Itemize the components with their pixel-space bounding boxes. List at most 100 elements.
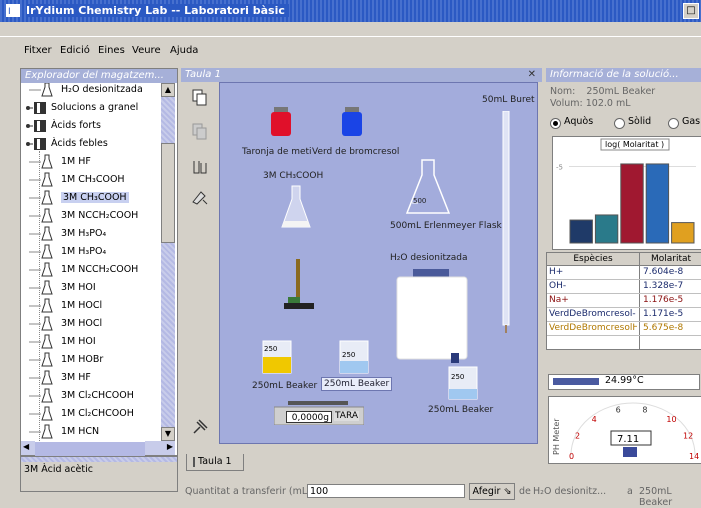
water-container[interactable] bbox=[395, 269, 469, 369]
chart-bar bbox=[594, 214, 619, 244]
menu-view[interactable]: Veure bbox=[132, 45, 161, 56]
menu-file[interactable]: Fitxer bbox=[24, 45, 52, 56]
scroll-thumb[interactable] bbox=[161, 143, 175, 243]
flask-icon bbox=[29, 298, 53, 313]
flask-icon bbox=[29, 334, 53, 349]
ph-scale-label: 2 bbox=[575, 431, 580, 440]
flask-icon bbox=[29, 424, 53, 439]
methyl-orange-bottle[interactable] bbox=[270, 107, 292, 137]
flask-icon bbox=[29, 154, 53, 169]
explorer-status: 3M Àcid acètic bbox=[20, 456, 178, 492]
beaker-3[interactable] bbox=[447, 365, 479, 401]
menu-tools[interactable]: Eines bbox=[98, 45, 125, 56]
transfer-to-prefix: a bbox=[627, 486, 633, 497]
transfer-amount-input[interactable] bbox=[307, 484, 465, 498]
flask-icon bbox=[29, 370, 53, 385]
beaker2-label[interactable]: 250mL Beaker bbox=[321, 377, 393, 391]
table-row[interactable]: OH- 1.328e-7 bbox=[547, 280, 701, 294]
tree-item-label: 3M NCCH₂COOH bbox=[61, 210, 139, 221]
y-tick-label: -5 bbox=[556, 164, 563, 172]
pin-icon[interactable] bbox=[191, 418, 209, 436]
temperature-bar: 24.99°C bbox=[548, 374, 700, 390]
ph-scale-label: 0 bbox=[569, 452, 574, 461]
volume-label: Volum: bbox=[550, 98, 583, 109]
ph-scale-label: 14 bbox=[689, 452, 699, 461]
species-molarity: 1.328e-7 bbox=[643, 281, 684, 291]
tree-item-label: 3M H₃PO₄ bbox=[61, 228, 107, 239]
ph-meter-label: PH Meter bbox=[552, 418, 561, 455]
species-molarity: 1.171e-5 bbox=[643, 309, 684, 319]
flask-icon bbox=[29, 208, 53, 223]
radio-aqueous[interactable] bbox=[550, 118, 561, 129]
tree-item-label: 1M H₃PO₄ bbox=[61, 246, 107, 257]
radio-aqueous-label: Aquòs bbox=[564, 116, 594, 127]
folder-icon bbox=[26, 120, 46, 132]
molarity-chart-svg: -5 log( Molaritat ) bbox=[556, 138, 696, 244]
table-row[interactable]: VerdDeBromcresol- 1.171e-5 bbox=[547, 308, 701, 322]
table-header-species: Espècies bbox=[547, 253, 639, 266]
pour-icon[interactable] bbox=[191, 188, 209, 206]
tree-item-label: 3M HOI bbox=[61, 282, 96, 293]
explorer-vscroll[interactable]: ▲ ▼ bbox=[161, 83, 175, 441]
molarity-chart: -5 log( Molaritat ) bbox=[552, 136, 701, 250]
copy-icon[interactable] bbox=[191, 88, 209, 106]
tree-item-label: 1M CH₃COOH bbox=[61, 174, 125, 185]
tree-item-label: 1M HOBr bbox=[61, 354, 104, 365]
beaker3-mark: 250 bbox=[451, 373, 465, 381]
temperature-value: 24.99°C bbox=[605, 375, 644, 386]
restore-icon[interactable]: □ bbox=[683, 3, 699, 19]
transfer-label: Quantitat a transferir (mL): bbox=[185, 486, 315, 497]
tree-item-label: Solucions a granel bbox=[51, 102, 139, 113]
ph-value: 7.11 bbox=[617, 434, 639, 445]
menu-help[interactable]: Ajuda bbox=[170, 45, 198, 56]
add-button[interactable]: Afegir ⇘ bbox=[469, 483, 515, 500]
species-name: Na+ bbox=[549, 295, 569, 305]
erlenmeyer-flask[interactable] bbox=[406, 159, 450, 215]
ph-scale-label: 4 bbox=[592, 415, 597, 424]
small-flask[interactable] bbox=[281, 185, 311, 229]
flask-icon bbox=[29, 316, 53, 331]
scroll-down-icon[interactable]: ▼ bbox=[161, 427, 175, 441]
folder-icon bbox=[26, 102, 46, 114]
radio-solid[interactable] bbox=[614, 118, 625, 129]
name-label: Nom: bbox=[550, 86, 576, 97]
scroll-right-icon[interactable]: ▶ bbox=[167, 442, 173, 451]
table-row[interactable]: VerdDeBromcresolH 5.675e-8 bbox=[547, 322, 701, 336]
solution-name: 250mL Beaker bbox=[586, 86, 656, 97]
tree-item-label: 3M HOCl bbox=[61, 318, 103, 329]
tree-item-label: Àcids forts bbox=[51, 120, 101, 131]
ph-scale-label: 10 bbox=[666, 415, 676, 424]
radio-gas[interactable] bbox=[668, 118, 679, 129]
table-row[interactable]: Na+ 1.176e-5 bbox=[547, 294, 701, 308]
radio-gas-label: Gas bbox=[682, 116, 701, 127]
species-name: H+ bbox=[549, 267, 564, 277]
menu-bar: Fitxer Edició Eines Veure Ajuda bbox=[0, 42, 701, 60]
flask-icon bbox=[29, 406, 53, 421]
scale-readout: 0,0000g bbox=[286, 411, 332, 423]
transfer-bar: Quantitat a transferir (mL): Afegir ⇘ de… bbox=[181, 482, 701, 508]
ph-meter-gauge: PH Meter 7.11 0 2 4 6 8 10 12 14 bbox=[552, 402, 699, 461]
tree-item-label: 1M HOCl bbox=[61, 300, 103, 311]
menu-edit[interactable]: Edició bbox=[60, 45, 90, 56]
tab-taula-1[interactable]: Taula 1 bbox=[186, 454, 244, 471]
explorer-hscroll[interactable]: ◀ ▶ bbox=[21, 441, 175, 456]
glassware-icon[interactable] bbox=[191, 158, 209, 176]
ph-scale-label: 12 bbox=[683, 431, 693, 440]
flask-small-label: 3M CH₃COOH bbox=[263, 171, 324, 181]
transfer-from-prefix: de bbox=[519, 486, 531, 497]
beaker1-label: 250mL Beaker bbox=[252, 381, 318, 391]
species-table: Espècies Molaritat H+ 7.604e-8 OH- 1.328e-7… bbox=[546, 252, 701, 350]
title-bar: I IrYdium Chemistry Lab -- Laboratori bà… bbox=[0, 0, 701, 22]
ring-stand[interactable] bbox=[282, 259, 316, 317]
species-name: OH- bbox=[549, 281, 567, 291]
workbench-area[interactable]: Taronja de metil Verd de bromcresol 3M C… bbox=[219, 82, 538, 444]
scroll-up-icon[interactable]: ▲ bbox=[161, 83, 175, 97]
table-row[interactable]: H+ 7.604e-8 bbox=[547, 266, 701, 280]
transfer-from: H₂O desionitz... bbox=[533, 486, 607, 497]
scroll-left-icon[interactable]: ◀ bbox=[23, 442, 29, 451]
bromcresol-bottle[interactable] bbox=[341, 107, 363, 137]
paste-icon[interactable] bbox=[191, 122, 209, 140]
burette[interactable] bbox=[502, 111, 510, 333]
tare-button[interactable]: TARA bbox=[334, 411, 360, 421]
close-icon[interactable]: ✕ bbox=[528, 68, 536, 82]
